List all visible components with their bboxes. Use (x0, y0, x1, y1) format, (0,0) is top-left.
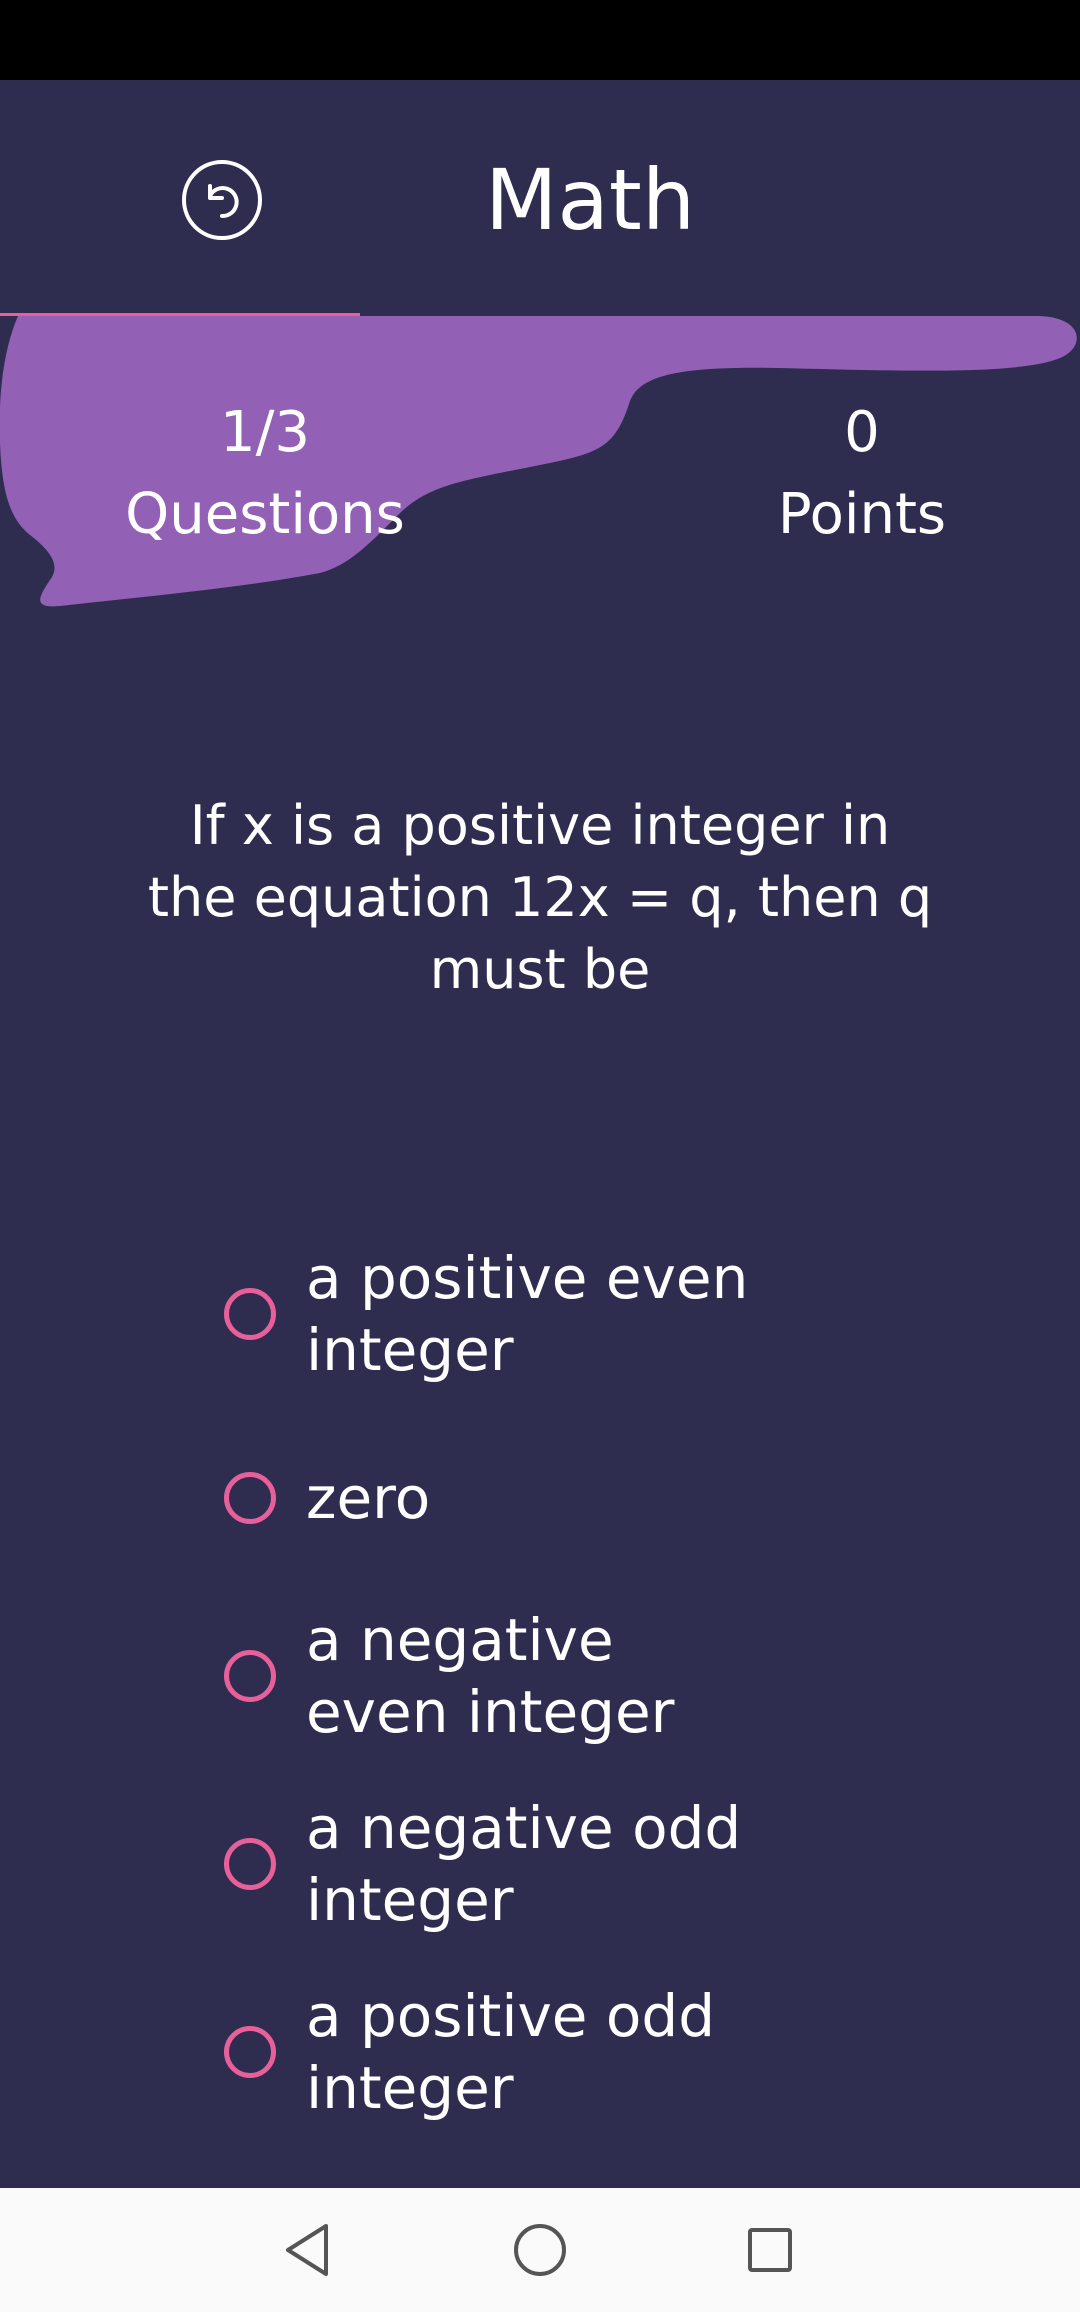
radio-button[interactable] (224, 2026, 276, 2078)
answer-option[interactable]: a negative odd integer (224, 1792, 944, 1936)
nav-home-button[interactable] (508, 2218, 572, 2282)
question-text: If x is a positive integer in the equati… (147, 794, 933, 1001)
page-title: Math (484, 151, 696, 249)
questions-label: Questions (125, 482, 405, 547)
answer-option-label: a negative even integer (306, 1606, 675, 1746)
system-navigation-bar (0, 2188, 1080, 2312)
undo-arrow-icon (182, 160, 262, 240)
answer-option-label: a positive odd integer (306, 1982, 716, 2122)
points-label: Points (777, 482, 947, 547)
status-bar (0, 0, 1080, 80)
back-button[interactable] (180, 158, 264, 242)
circle-home-icon (514, 2224, 566, 2276)
nav-recents-button[interactable] (738, 2218, 802, 2282)
answer-option-label: a negative odd integer (306, 1794, 742, 1934)
answer-option[interactable]: a positive even integer (224, 1242, 944, 1386)
radio-button[interactable] (224, 1650, 276, 1702)
answer-option[interactable]: a negative even integer (224, 1604, 944, 1748)
nav-back-button[interactable] (276, 2218, 340, 2282)
radio-button[interactable] (224, 1288, 276, 1340)
points-count: 0 (844, 400, 880, 465)
square-recents-icon (748, 2228, 792, 2272)
radio-button[interactable] (224, 1838, 276, 1890)
points-stat: 0 Points (712, 392, 1012, 556)
radio-button[interactable] (224, 1472, 276, 1524)
answer-option-label: a positive even integer (306, 1244, 749, 1384)
questions-stat: 1/3 Questions (100, 392, 430, 556)
answer-option[interactable]: zero (224, 1462, 944, 1534)
answer-option-label: zero (306, 1464, 431, 1532)
quiz-screen: Math 1/3 Questions 0 Points If x is a po… (0, 80, 1080, 2188)
questions-count: 1/3 (219, 400, 311, 465)
answer-option[interactable]: a positive odd integer (224, 1980, 944, 2124)
triangle-back-icon (286, 2224, 328, 2276)
